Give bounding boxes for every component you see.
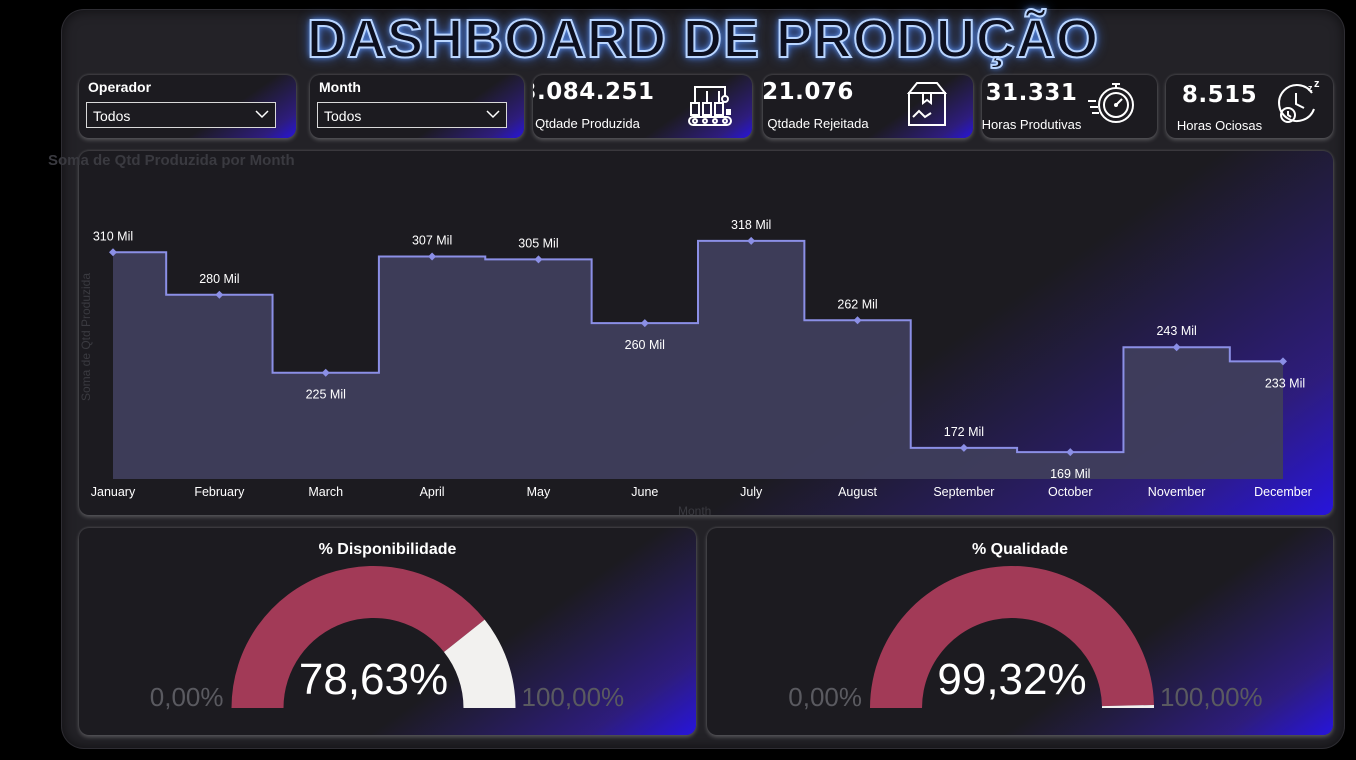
chevron-down-icon [255, 110, 269, 119]
x-tick-label: May [527, 485, 551, 499]
kpi-card-qtd-rejeitada: 21.076 Qtdade Rejeitada [763, 75, 973, 138]
kpi-label: Qtdade Rejeitada [767, 116, 869, 131]
x-tick-label: January [91, 485, 136, 499]
data-label: 307 Mil [412, 234, 452, 248]
gauge-card-disponibilidade: % Disponibilidade 78,63% 0,00% 100,00% [79, 528, 696, 735]
gauge-min-label: 0,00% [788, 682, 862, 712]
chart-y-axis-label: Soma de Qtd Produzida [79, 272, 94, 402]
chevron-down-icon [486, 110, 500, 119]
gauge-value-label: 99,32% [937, 655, 1086, 704]
sleeping-clock-icon: z z [1278, 78, 1320, 123]
data-label: 280 Mil [199, 272, 239, 286]
kpi-card-horas-produtivas: 31.331 Horas Produtivas [982, 75, 1157, 138]
production-line-icon [688, 86, 732, 126]
month-dropdown[interactable]: Todos [317, 102, 507, 128]
x-tick-label: April [420, 485, 445, 499]
data-label: 260 Mil [625, 338, 665, 352]
kpi-value: 21.076 [763, 79, 854, 105]
operador-label: Operador [88, 79, 152, 95]
data-label: 172 Mil [944, 425, 984, 439]
kpi-value: 3.084.251 [533, 79, 655, 105]
data-label: 243 Mil [1156, 324, 1196, 338]
page-title: DASHBOARD DE PRODUÇÃO [306, 8, 1100, 70]
kpi-label: Qtdade Produzida [535, 116, 640, 131]
gauge-value-label: 78,63% [299, 655, 448, 704]
x-tick-label: August [838, 485, 877, 499]
operador-value: Todos [93, 108, 131, 124]
stopwatch-icon [1088, 83, 1134, 123]
x-tick-label: December [1254, 485, 1312, 499]
data-label: 169 Mil [1050, 467, 1090, 481]
operador-dropdown[interactable]: Todos [86, 102, 276, 128]
gauge-max-label: 100,00% [522, 682, 625, 712]
box-icon [906, 82, 948, 126]
data-label: 305 Mil [518, 236, 558, 250]
gauge-max-label: 100,00% [1160, 682, 1263, 712]
x-tick-label: October [1048, 485, 1092, 499]
month-slicer: Month Todos [310, 75, 524, 138]
chart-title: Soma de Qtd Produzida por Month [48, 152, 295, 169]
x-tick-label: November [1148, 485, 1206, 499]
svg-text:z: z [1314, 78, 1320, 90]
x-tick-label: March [308, 485, 343, 499]
gauge-card-qualidade: % Qualidade 99,32% 0,00% 100,00% [707, 528, 1333, 735]
x-tick-label: September [933, 485, 994, 499]
x-tick-label: July [740, 485, 763, 499]
data-label: 310 Mil [93, 229, 133, 243]
production-step-chart: 310 Mil January 280 Mil February 225 Mil Marc… [91, 218, 1312, 499]
chart-x-axis-label: Month [678, 504, 712, 518]
operador-slicer: Operador Todos [79, 75, 296, 138]
qualidade-gauge: 99,32% 0,00% 100,00% [788, 566, 1263, 712]
svg-text:z: z [1308, 83, 1313, 93]
data-label: 233 Mil [1265, 376, 1305, 390]
kpi-card-horas-ociosas: 8.515 Horas Ociosas z z [1166, 75, 1333, 138]
data-label: 318 Mil [731, 218, 771, 232]
disponibilidade-gauge: 78,63% 0,00% 100,00% [150, 566, 625, 712]
month-label: Month [319, 79, 361, 95]
data-label: 225 Mil [306, 388, 346, 402]
kpi-card-qtd-produzida: 3.084.251 Qtdade Produzida [533, 75, 752, 138]
month-value: Todos [324, 108, 362, 124]
x-tick-label: February [194, 485, 245, 499]
x-tick-label: June [631, 485, 658, 499]
data-label: 262 Mil [837, 297, 877, 311]
gauge-min-label: 0,00% [150, 682, 224, 712]
